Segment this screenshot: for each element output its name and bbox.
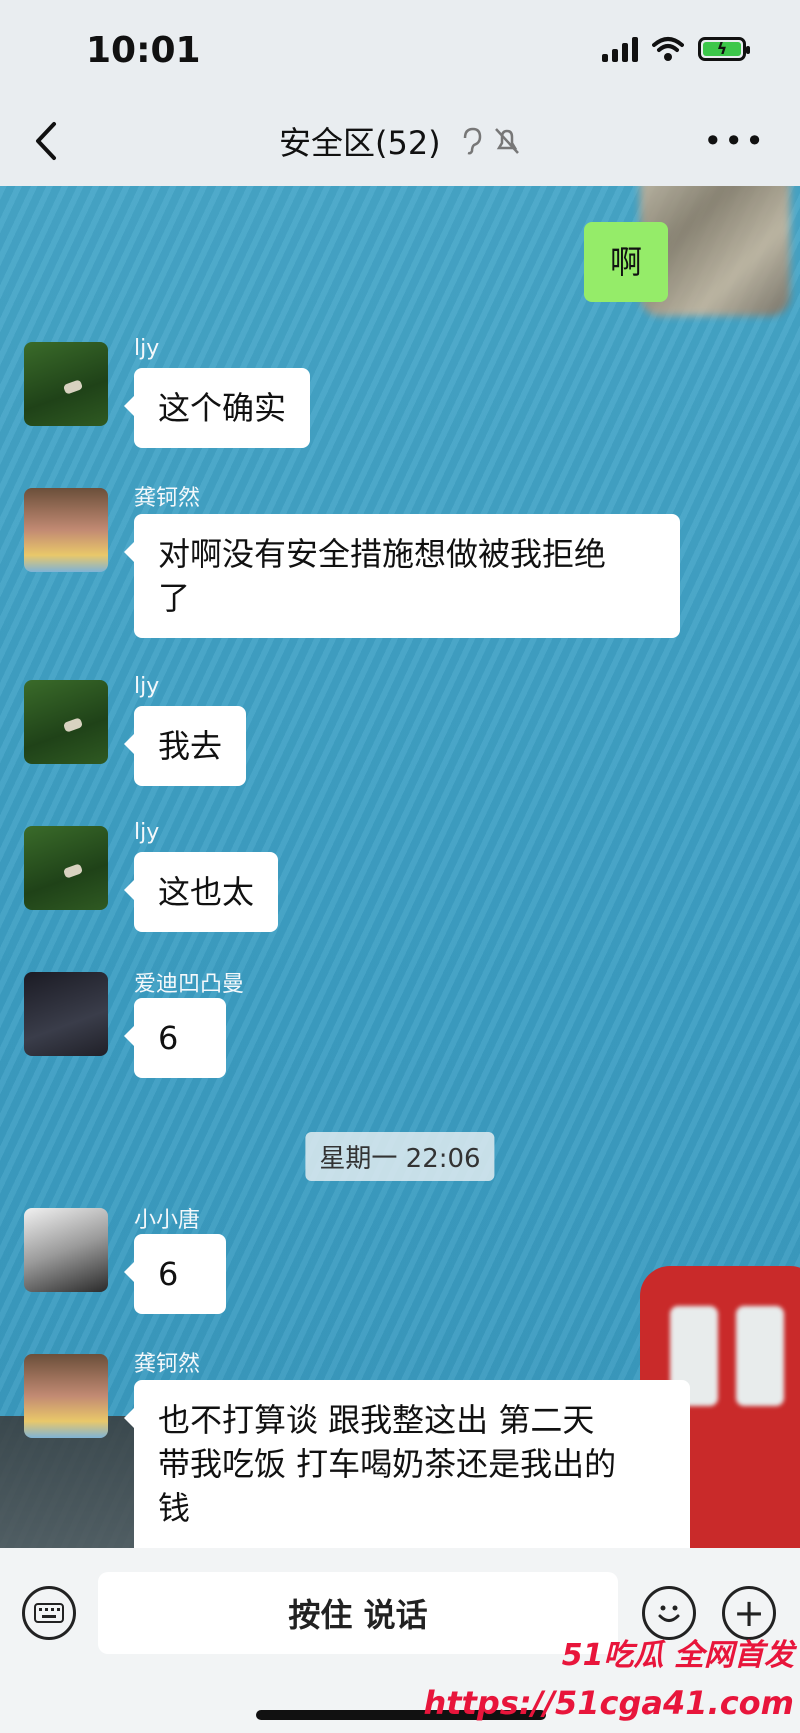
message-bubble[interactable]: 6 — [124, 1234, 226, 1314]
sender-name: ljy — [134, 820, 160, 845]
more-options-button[interactable]: ••• — [703, 122, 766, 160]
self-message-bubble[interactable]: 啊 — [583, 222, 668, 302]
message-bubble[interactable]: 对啊没有安全措施想做被我拒绝 了 — [124, 514, 680, 638]
message-line: 了 — [158, 579, 191, 617]
keyboard-icon[interactable] — [22, 1586, 76, 1640]
top-bar: 10:01 ϟ 安全区(52) ••• — [0, 0, 800, 186]
avatar-gong[interactable] — [24, 1354, 108, 1438]
sender-name: ljy — [134, 336, 160, 361]
avatar-gong[interactable] — [24, 488, 108, 572]
message-bubble[interactable]: 这个确实 — [123, 368, 311, 448]
ear-icon — [463, 127, 482, 155]
status-icons: ϟ — [602, 36, 750, 62]
mute-icons — [461, 126, 521, 164]
sender-name: 龚钶然 — [134, 486, 201, 511]
sender-name: 龚钶然 — [134, 1352, 201, 1377]
chat-title: 安全区(52) — [0, 118, 800, 164]
message-line: 对啊没有安全措施想做被我拒绝 — [158, 535, 607, 573]
message-bubble[interactable]: 6 — [124, 998, 226, 1078]
sender-name: ljy — [134, 674, 160, 699]
sender-name: 小小唐 — [134, 1208, 201, 1233]
message-bubble[interactable]: 也不打算谈 跟我整这出 第二天 带我吃饭 打车喝奶茶还是我出的 钱 — [124, 1380, 690, 1548]
message-line: 带我吃饭 打车喝奶茶还是我出的 — [158, 1445, 617, 1483]
avatar-aidi[interactable] — [24, 972, 108, 1056]
group-name: 安全区(52) — [278, 124, 441, 162]
message-bubble[interactable]: 这也太 — [123, 852, 279, 932]
avatar-xiaotang[interactable] — [24, 1208, 108, 1292]
status-time: 10:01 — [86, 30, 201, 71]
battery-icon: ϟ — [698, 37, 750, 61]
message-line: 也不打算谈 跟我整这出 第二天 — [158, 1401, 595, 1439]
signal-icon — [602, 36, 638, 62]
chat-area[interactable]: 啊 ljy 这个确实 龚钶然 对啊没有安全措施想做被我拒绝 了 ljy 我去 l… — [0, 186, 800, 1548]
avatar-ljy[interactable] — [24, 826, 108, 910]
bell-off-icon — [495, 128, 519, 154]
watermark: 51吃瓜 全网首发 https://51cga41.com — [424, 1630, 794, 1722]
message-bubble[interactable]: 我去 — [123, 706, 247, 786]
watermark-url: https://51cga41.com — [423, 1684, 794, 1722]
avatar-ljy[interactable] — [24, 342, 108, 426]
wifi-icon — [652, 37, 684, 61]
avatar-ljy[interactable] — [24, 680, 108, 764]
sender-name: 爱迪凹凸曼 — [134, 972, 245, 997]
message-line: 钱 — [158, 1489, 191, 1527]
time-divider: 星期一 22:06 — [305, 1132, 495, 1181]
watermark-title: 51吃瓜 全网首发 — [561, 1638, 794, 1673]
